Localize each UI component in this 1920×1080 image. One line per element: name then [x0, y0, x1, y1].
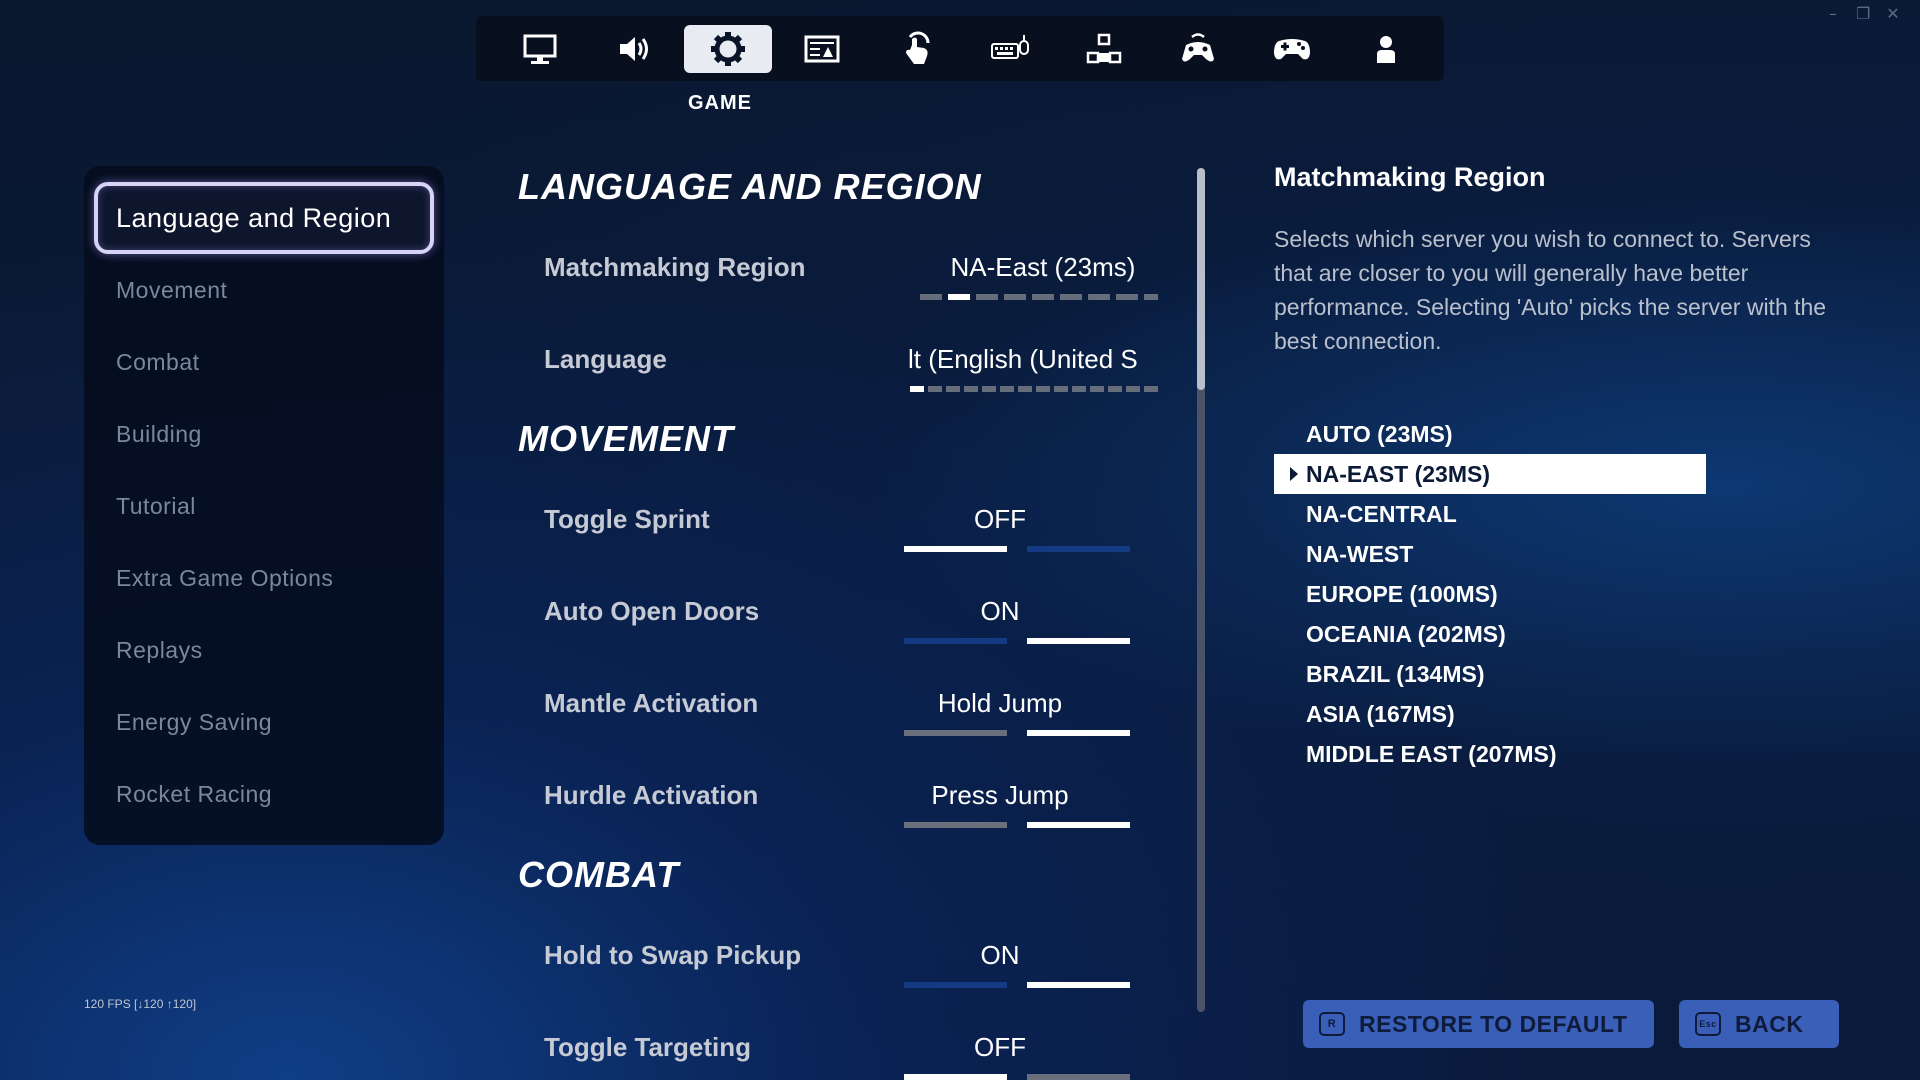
- touch-icon: [906, 31, 930, 64]
- sidebar-item-replays[interactable]: Replays: [94, 614, 434, 686]
- toggle-indicator: [904, 822, 1130, 828]
- region-option-oceania[interactable]: OCEANIA (202MS): [1274, 614, 1706, 654]
- setting-label: Hold to Swap Pickup: [544, 940, 802, 970]
- setting-hold-to-swap-pickup[interactable]: Hold to Swap Pickup ON: [544, 930, 1154, 990]
- detail-description: Selects which server you wish to connect…: [1274, 226, 1827, 354]
- setting-value: NA-East (23ms): [950, 252, 1136, 282]
- back-label: BACK: [1735, 1010, 1804, 1037]
- setting-value: OFF: [974, 504, 1026, 534]
- tab-display[interactable]: [496, 25, 584, 73]
- tab-keyboard-mouse[interactable]: [966, 25, 1054, 73]
- tab-wireless-controller[interactable]: [1154, 25, 1242, 73]
- section-title-language-region: LANGUAGE AND REGION: [518, 166, 982, 207]
- gear-icon: [711, 31, 745, 66]
- tab-accessibility[interactable]: [778, 25, 866, 73]
- r-key-icon: R: [1319, 1012, 1345, 1036]
- setting-label: Toggle Targeting: [544, 1032, 752, 1062]
- setting-value: Press Jump: [931, 780, 1069, 810]
- toggle-indicator: [904, 1074, 1130, 1080]
- tab-game[interactable]: [684, 24, 772, 73]
- region-option-na-west[interactable]: NA-WEST: [1274, 534, 1706, 574]
- back-button[interactable]: Esc BACK: [1679, 1000, 1839, 1048]
- detail-title: Matchmaking Region: [1274, 162, 1546, 192]
- setting-auto-open-doors[interactable]: Auto Open Doors ON: [544, 586, 1154, 646]
- speaker-icon: [620, 36, 648, 61]
- setting-label: Matchmaking Region: [544, 252, 806, 282]
- monitor-icon: [523, 34, 557, 64]
- setting-label: Mantle Activation: [544, 688, 759, 718]
- restore-default-button[interactable]: R RESTORE TO DEFAULT: [1303, 1000, 1654, 1048]
- esc-key-icon: Esc: [1695, 1012, 1721, 1036]
- option-indicator: [910, 386, 1158, 392]
- option-indicator: [920, 294, 1158, 300]
- setting-hurdle-activation[interactable]: Hurdle Activation Press Jump: [544, 770, 1154, 830]
- setting-toggle-targeting[interactable]: Toggle Targeting OFF: [544, 1022, 1154, 1080]
- toggle-indicator: [904, 546, 1130, 552]
- subtitles-icon: [804, 35, 840, 62]
- setting-matchmaking-region[interactable]: Matchmaking Region NA-East (23ms): [544, 242, 1158, 302]
- active-tab-caption: GAME: [688, 92, 752, 114]
- controller-buttons-icon: [1086, 33, 1122, 63]
- toggle-indicator: [904, 638, 1130, 644]
- setting-label: Language: [544, 344, 667, 374]
- tab-audio[interactable]: [590, 25, 678, 73]
- settings-list: LANGUAGE AND REGION Matchmaking Region N…: [518, 160, 1158, 1080]
- setting-label: Toggle Sprint: [544, 504, 710, 534]
- setting-value: OFF: [974, 1032, 1026, 1062]
- tab-controller-binds[interactable]: [1060, 25, 1148, 73]
- sidebar-item-combat[interactable]: Combat: [94, 326, 434, 398]
- category-sidebar: Language and Region Movement Combat Buil…: [84, 166, 444, 845]
- setting-mantle-activation[interactable]: Mantle Activation Hold Jump: [544, 678, 1154, 738]
- wireless-controller-icon: [1182, 32, 1214, 61]
- setting-label: Hurdle Activation: [544, 780, 759, 810]
- sidebar-item-building[interactable]: Building: [94, 398, 434, 470]
- region-option-middle-east[interactable]: MIDDLE EAST (207MS): [1274, 734, 1706, 774]
- tab-touch[interactable]: [872, 25, 960, 73]
- sidebar-item-movement[interactable]: Movement: [94, 254, 434, 326]
- controller-icon: [1274, 38, 1310, 59]
- region-option-na-east[interactable]: NA-EAST (23MS): [1274, 454, 1706, 494]
- setting-value: ON: [980, 596, 1020, 626]
- sidebar-item-language-region[interactable]: Language and Region: [94, 182, 434, 254]
- setting-value: lt (English (United S: [908, 344, 1138, 374]
- setting-label: Auto Open Doors: [544, 596, 760, 626]
- restore-icon[interactable]: ❐: [1856, 4, 1870, 23]
- minimize-icon[interactable]: –: [1826, 4, 1840, 23]
- toggle-indicator: [904, 982, 1130, 988]
- scrollbar-thumb[interactable]: [1197, 168, 1205, 390]
- sidebar-item-energy-saving[interactable]: Energy Saving: [94, 686, 434, 758]
- sidebar-item-rocket-racing[interactable]: Rocket Racing: [94, 758, 434, 830]
- keyboard-mouse-icon: [991, 34, 1029, 59]
- close-icon[interactable]: ✕: [1886, 4, 1900, 23]
- tab-controller[interactable]: [1248, 25, 1336, 73]
- region-option-na-central[interactable]: NA-CENTRAL: [1274, 494, 1706, 534]
- sidebar-item-extra-game-options[interactable]: Extra Game Options: [94, 542, 434, 614]
- fps-counter: 120 FPS [↓120 ↑120]: [84, 997, 197, 1011]
- region-options-list: AUTO (23MS) NA-EAST (23MS) NA-CENTRAL NA…: [1274, 414, 1706, 774]
- restore-default-label: RESTORE TO DEFAULT: [1359, 1010, 1628, 1037]
- region-option-asia[interactable]: ASIA (167MS): [1274, 694, 1706, 734]
- setting-toggle-sprint[interactable]: Toggle Sprint OFF: [544, 494, 1154, 554]
- region-option-brazil[interactable]: BRAZIL (134MS): [1274, 654, 1706, 694]
- region-option-europe[interactable]: EUROPE (100MS): [1274, 574, 1706, 614]
- setting-value: ON: [980, 940, 1020, 970]
- sidebar-item-tutorial[interactable]: Tutorial: [94, 470, 434, 542]
- settings-tab-bar: [476, 16, 1444, 81]
- section-title-combat: COMBAT: [518, 854, 680, 895]
- window-controls: – ❐ ✕: [1826, 4, 1900, 23]
- region-option-auto[interactable]: AUTO (23MS): [1274, 414, 1706, 454]
- section-title-movement: MOVEMENT: [518, 418, 735, 459]
- setting-value: Hold Jump: [937, 688, 1063, 718]
- settings-scrollbar[interactable]: [1197, 168, 1205, 1012]
- setting-language[interactable]: Language lt (English (United S: [544, 334, 1158, 394]
- account-icon: [1377, 35, 1395, 63]
- toggle-indicator: [904, 730, 1130, 736]
- tab-account[interactable]: [1342, 25, 1430, 73]
